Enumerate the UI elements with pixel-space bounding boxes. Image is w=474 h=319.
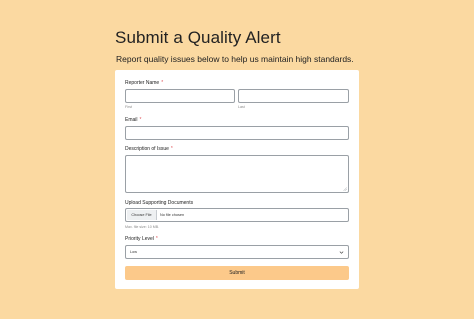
reporter-name-label: Reporter Name * xyxy=(125,80,163,86)
chevron-down-icon xyxy=(339,251,344,254)
first-name-hint: First xyxy=(125,105,132,109)
required-mark: * xyxy=(161,80,164,86)
priority-label: Priority Level * xyxy=(125,236,158,242)
priority-select[interactable]: Low xyxy=(125,245,349,259)
required-mark: * xyxy=(139,117,142,123)
last-name-hint: Last xyxy=(238,105,245,109)
file-status-text: No file chosen xyxy=(160,213,185,217)
first-name-input[interactable] xyxy=(125,89,235,103)
priority-label-text: Priority Level xyxy=(125,236,154,242)
upload-size-hint: Max. file size: 10 MB. xyxy=(125,225,160,229)
page-title: Submit a Quality Alert xyxy=(115,28,281,47)
resize-handle-icon[interactable] xyxy=(343,187,347,191)
required-mark: * xyxy=(155,236,158,242)
email-label: Email * xyxy=(125,117,141,123)
upload-label: Upload Supporting Documents xyxy=(125,200,194,206)
email-label-text: Email xyxy=(125,117,138,123)
file-upload-input[interactable]: Choose File No file chosen xyxy=(125,208,349,222)
priority-selected-value: Low xyxy=(130,250,137,254)
required-mark: * xyxy=(170,146,173,152)
page-subtitle: Report quality issues below to help us m… xyxy=(116,54,354,64)
description-label: Description of Issue * xyxy=(125,146,173,152)
description-label-text: Description of Issue xyxy=(125,146,169,152)
submit-button[interactable]: Submit xyxy=(125,266,349,280)
choose-file-button[interactable]: Choose File xyxy=(127,210,157,220)
description-textarea[interactable] xyxy=(125,155,349,193)
email-field[interactable] xyxy=(125,126,349,140)
reporter-name-label-text: Reporter Name xyxy=(125,80,160,86)
quality-alert-form: Reporter Name * First Last Email * Descrip… xyxy=(115,70,359,289)
last-name-input[interactable] xyxy=(238,89,349,103)
